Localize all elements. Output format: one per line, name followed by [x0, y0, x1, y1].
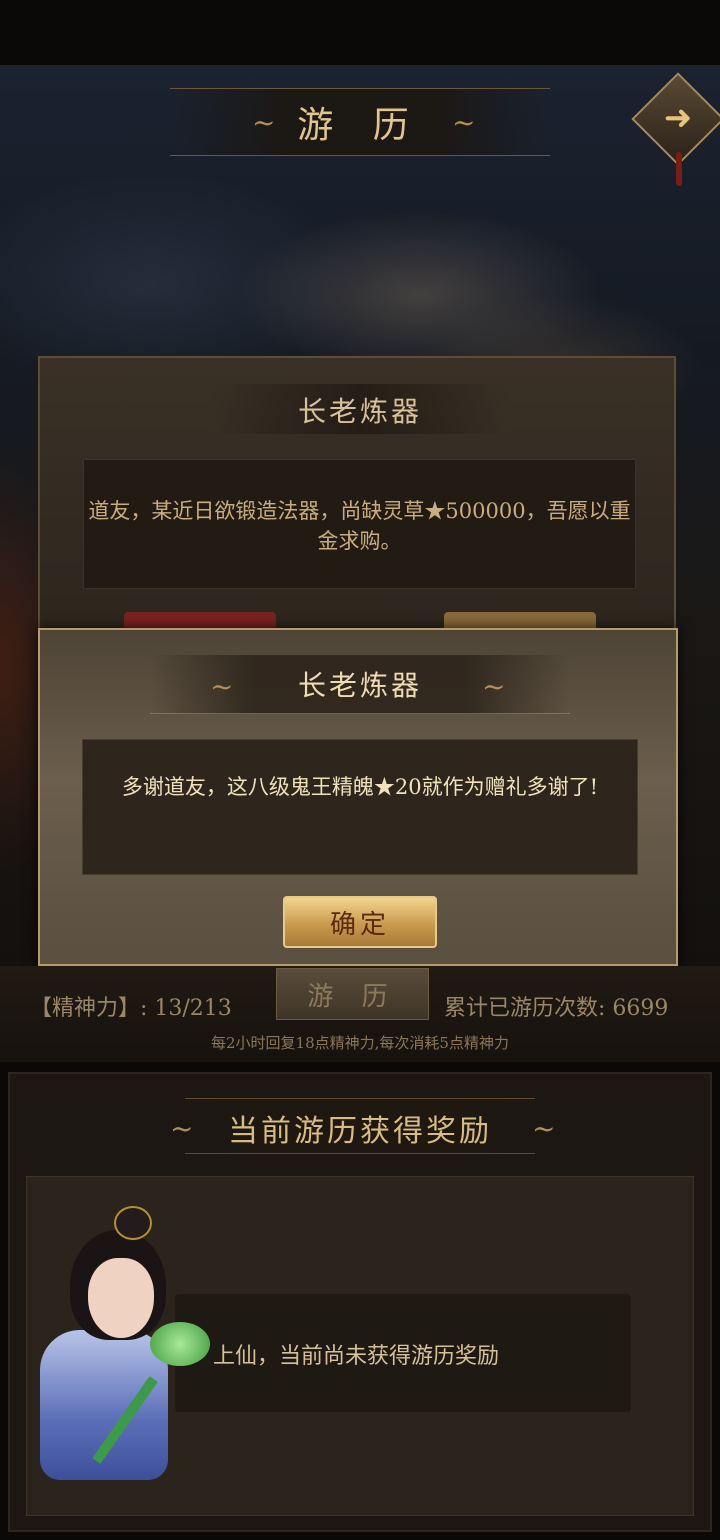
reward-message: 上仙，当前尚未获得游历奖励	[213, 1344, 500, 1369]
event-card-message: 道友，某近日欲锻造法器，尚缺灵草★500000，吾愿以重金求购。	[88, 499, 631, 553]
dialog-message: 多谢道友，这八级鬼王精魄★20就作为赠礼多谢了!	[121, 775, 599, 799]
confirm-button-label[interactable]: 确定	[283, 904, 437, 941]
tassel-decoration	[676, 152, 682, 186]
dialog-textbox	[82, 739, 638, 875]
page-title: 游 历	[297, 105, 423, 146]
lotus-leaf-icon	[150, 1322, 210, 1366]
travel-count-label: 累计已游历次数: 6699	[444, 996, 669, 1021]
travel-button-label[interactable]: 游 历	[276, 976, 429, 1013]
swirl-left-icon: ~	[252, 106, 276, 139]
regen-text: 每2小时回复18点精神力,每次消耗5点精神力	[211, 1034, 509, 1052]
spirit-label: 【精神力】: 13/213	[30, 996, 232, 1021]
character-face	[88, 1258, 154, 1338]
arrow-right-icon[interactable]: ➜	[652, 98, 704, 138]
character-hair-bun	[114, 1206, 152, 1240]
dialog-title: 长老炼器	[297, 669, 422, 702]
swirl-right-icon: ~	[452, 106, 476, 139]
event-card-title: 长老炼器	[297, 395, 422, 428]
reward-title: 当前游历获得奖励	[228, 1114, 492, 1149]
